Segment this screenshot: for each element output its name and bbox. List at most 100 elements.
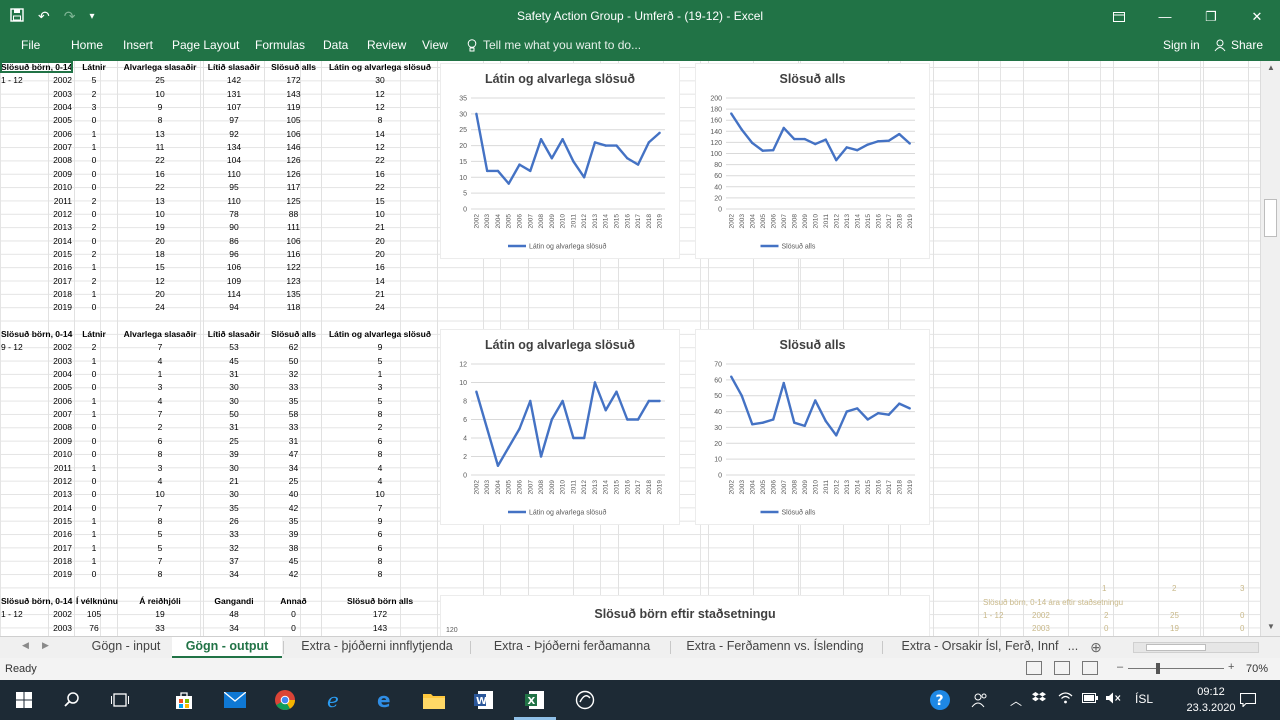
internet-explorer-icon[interactable]: e [321,686,349,714]
tab-file[interactable]: File [21,38,40,52]
value-cell[interactable]: 5 [76,75,112,85]
header-cell[interactable]: Slösuð alls [265,62,322,72]
value-cell[interactable]: 0 [76,236,112,246]
year-cell[interactable]: 2006 [50,129,72,139]
year-cell[interactable]: 2018 [50,556,72,566]
sheet-tab-output[interactable]: Gögn - output [172,637,282,658]
value-cell[interactable]: 9 [322,342,438,352]
value-cell[interactable]: 3 [322,382,438,392]
header-cell[interactable]: Slösuð alls [265,329,322,339]
value-cell[interactable]: 2 [76,196,112,206]
value-cell[interactable]: 2 [76,222,112,232]
value-cell[interactable]: 142 [204,75,264,85]
value-cell[interactable]: 6 [322,543,438,553]
year-cell[interactable]: 2010 [50,182,72,192]
value-cell[interactable]: 22 [118,155,202,165]
value-cell[interactable]: 25 [265,476,322,486]
tab-formulas[interactable]: Formulas [255,38,305,52]
notifications-icon[interactable] [1234,686,1262,714]
value-cell[interactable]: 3 [118,382,202,392]
value-cell[interactable]: 10 [118,209,202,219]
age-range-cell[interactable]: 1 - 12 [1,75,23,85]
value-cell[interactable]: 114 [204,289,264,299]
value-cell[interactable]: 4 [322,476,438,486]
value-cell[interactable]: 15 [118,262,202,272]
value-cell[interactable]: 0 [76,369,112,379]
value-cell[interactable]: 35 [265,516,322,526]
vertical-scrollbar[interactable]: ▲ ▼ [1260,61,1280,636]
year-cell[interactable]: 2009 [50,436,72,446]
age-range-cell[interactable]: 1 - 12 [1,609,23,619]
value-cell[interactable]: 21 [322,289,438,299]
year-cell[interactable]: 2003 [50,623,72,633]
value-cell[interactable]: 1 [76,356,112,366]
sheet-tab-input[interactable]: Gögn - input [82,637,170,658]
value-cell[interactable]: 50 [265,356,322,366]
value-cell[interactable]: 110 [204,169,264,179]
value-cell[interactable]: 0 [76,489,112,499]
header-cell[interactable]: Slösuð börn, 0-14 [1,329,72,339]
value-cell[interactable]: 106 [265,236,322,246]
share-button[interactable]: Share [1214,38,1263,52]
value-cell[interactable]: 8 [322,569,438,579]
value-cell[interactable]: 105 [265,115,322,125]
page-layout-view-icon[interactable] [1054,661,1070,675]
value-cell[interactable]: 143 [265,89,322,99]
scrollbar-thumb[interactable] [1264,199,1277,237]
value-cell[interactable]: 4 [322,463,438,473]
zoom-slider[interactable] [1128,668,1224,669]
tab-insert[interactable]: Insert [123,38,153,52]
year-cell[interactable]: 2004 [50,369,72,379]
year-cell[interactable]: 2011 [50,463,72,473]
year-cell[interactable]: 2014 [50,503,72,513]
value-cell[interactable]: 0 [76,569,112,579]
value-cell[interactable]: 8 [322,556,438,566]
value-cell[interactable]: 31 [204,369,264,379]
value-cell[interactable]: 22 [322,182,438,192]
file-explorer-icon[interactable] [420,686,448,714]
value-cell[interactable]: 34 [265,463,322,473]
value-cell[interactable]: 4 [118,356,202,366]
value-cell[interactable]: 45 [204,356,264,366]
value-cell[interactable]: 76 [76,623,112,633]
year-cell[interactable]: 2019 [50,569,72,579]
value-cell[interactable]: 95 [204,182,264,192]
value-cell[interactable]: 30 [204,489,264,499]
value-cell[interactable]: 1 [118,369,202,379]
add-sheet-icon[interactable]: ⊕ [1086,637,1106,658]
windows-start-icon[interactable] [10,686,38,714]
year-cell[interactable]: 2016 [50,529,72,539]
value-cell[interactable]: 8 [322,409,438,419]
value-cell[interactable]: 48 [204,609,264,619]
year-cell[interactable]: 2008 [50,422,72,432]
value-cell[interactable]: 16 [118,169,202,179]
value-cell[interactable]: 1 [76,543,112,553]
value-cell[interactable]: 10 [322,489,438,499]
value-cell[interactable]: 8 [322,115,438,125]
value-cell[interactable]: 4 [118,476,202,486]
value-cell[interactable]: 30 [204,463,264,473]
value-cell[interactable]: 20 [118,289,202,299]
value-cell[interactable]: 30 [204,382,264,392]
header-cell[interactable]: Látnir [76,62,112,72]
close-button[interactable]: ✕ [1234,0,1280,33]
volume-icon[interactable] [1106,692,1121,707]
value-cell[interactable]: 34 [204,623,264,633]
value-cell[interactable]: 33 [265,422,322,432]
value-cell[interactable]: 106 [265,129,322,139]
app-circle-icon[interactable] [571,686,599,714]
header-cell[interactable]: Í vélknúnu [74,596,120,606]
value-cell[interactable]: 12 [322,102,438,112]
value-cell[interactable]: 123 [265,276,322,286]
value-cell[interactable]: 12 [322,142,438,152]
year-cell[interactable]: 2015 [50,516,72,526]
value-cell[interactable]: 34 [204,569,264,579]
chart-latin-9-12[interactable]: Látin og alvarlega slösuð 0 2 4 6 8 10 12 2002 2… [440,329,680,525]
value-cell[interactable]: 5 [118,543,202,553]
value-cell[interactable]: 0 [76,209,112,219]
value-cell[interactable]: 7 [118,409,202,419]
value-cell[interactable]: 8 [118,569,202,579]
value-cell[interactable]: 0 [76,115,112,125]
value-cell[interactable]: 53 [204,342,264,352]
sheet-tab-innflytjenda[interactable]: Extra - þjóðerni innflytjenda [285,637,469,658]
